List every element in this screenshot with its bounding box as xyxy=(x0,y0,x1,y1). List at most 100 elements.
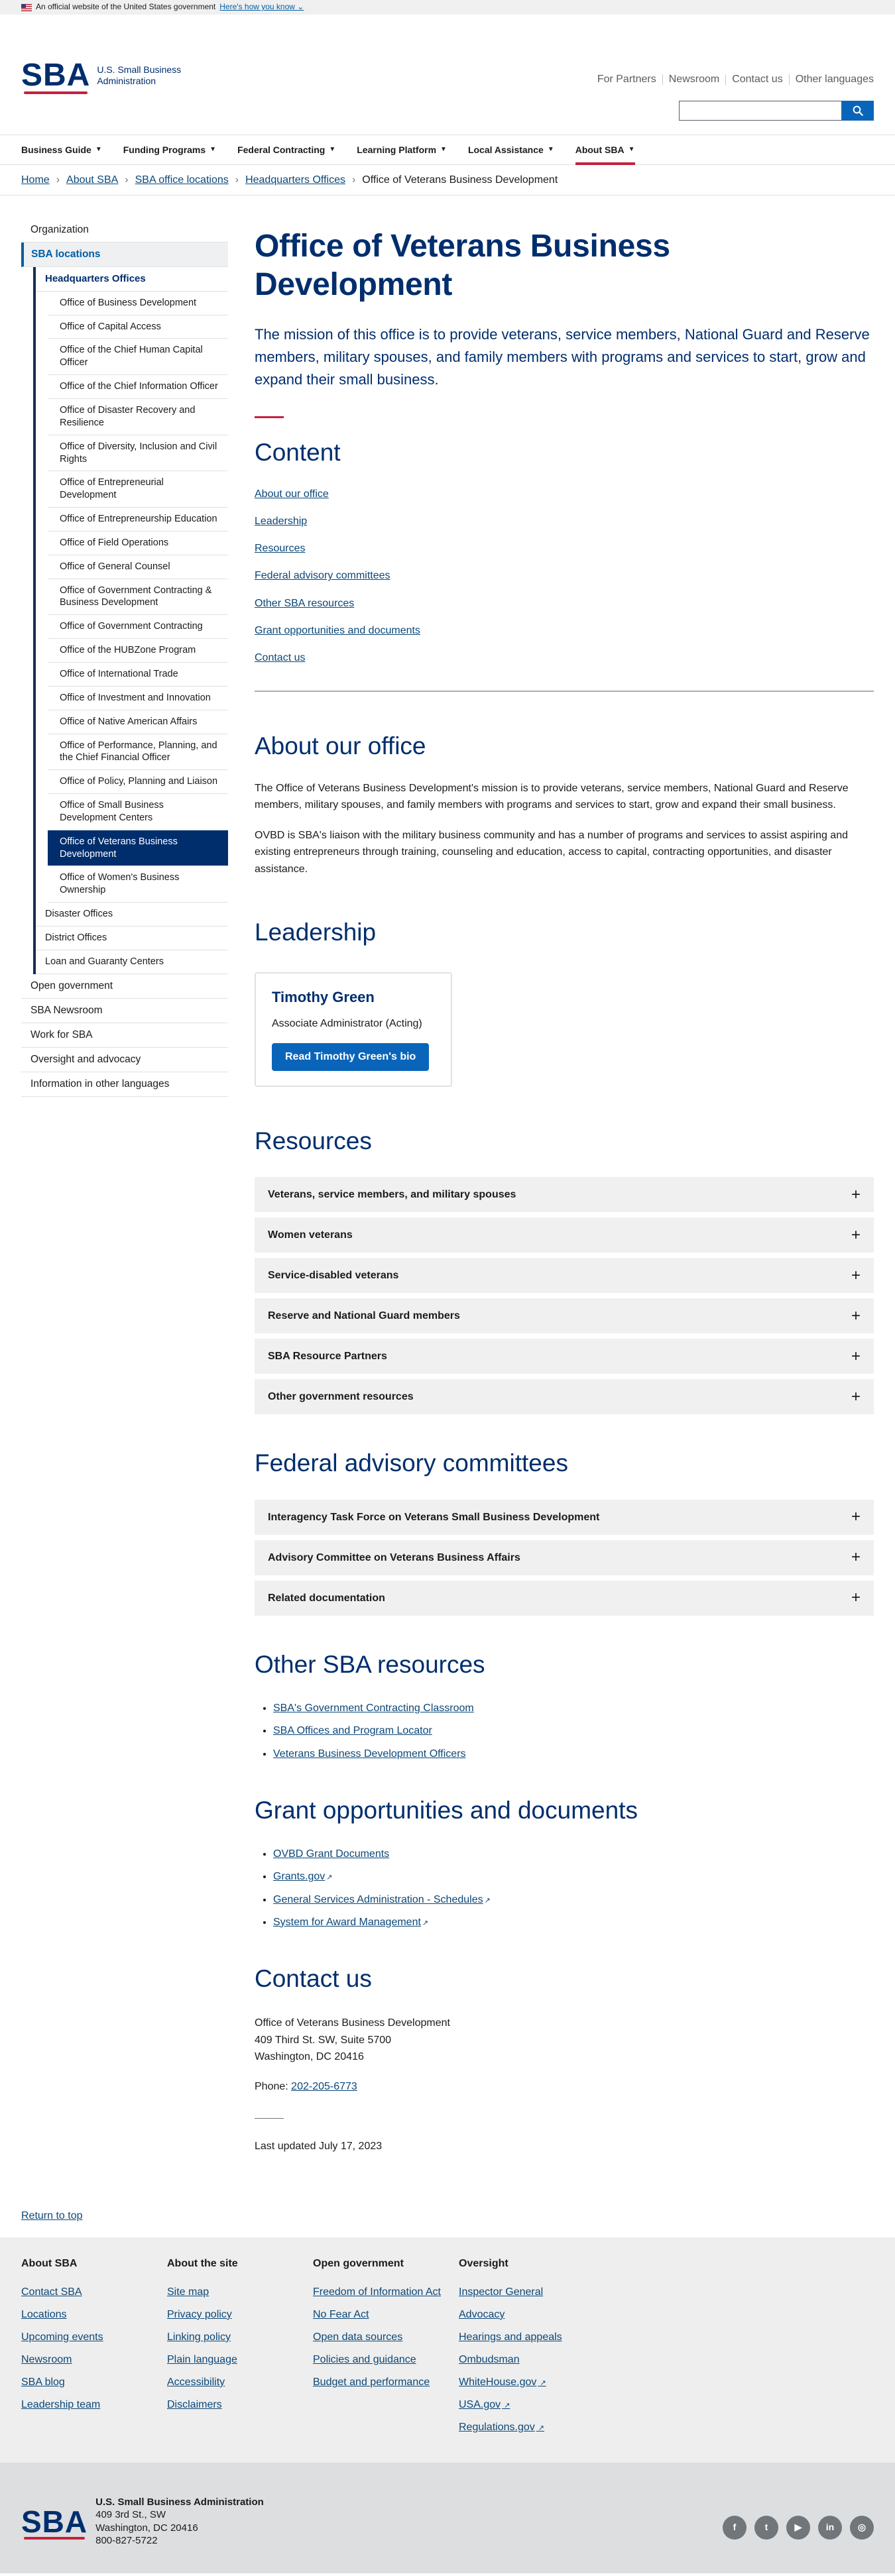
sidenav-item[interactable]: Office of the Chief Information Officer xyxy=(48,375,228,399)
footer-link[interactable]: Privacy policy xyxy=(167,2308,313,2322)
accordion-item[interactable]: Related documentation + xyxy=(255,1580,874,1616)
youtube-icon[interactable]: ▶ xyxy=(786,2515,810,2540)
footer-link[interactable]: Hearings and appeals xyxy=(459,2331,605,2344)
footer-link[interactable]: Leadership team xyxy=(21,2398,167,2412)
linkedin-icon[interactable]: in xyxy=(818,2515,842,2540)
sidenav-item[interactable]: Office of Diversity, Inclusion and Civil… xyxy=(48,435,228,472)
breadcrumb-hq-offices[interactable]: Headquarters Offices xyxy=(245,172,345,188)
accordion-item[interactable]: Other government resources + xyxy=(255,1379,874,1415)
toc-link-leadership[interactable]: Leadership xyxy=(255,516,307,527)
sidenav-item[interactable]: Loan and Guaranty Centers xyxy=(36,950,228,974)
footer-link[interactable]: No Fear Act xyxy=(313,2308,459,2322)
footer-link[interactable]: SBA blog xyxy=(21,2376,167,2389)
search-button[interactable] xyxy=(842,101,874,121)
accordion-item[interactable]: Advisory Committee on Veterans Business … xyxy=(255,1540,874,1575)
sidenav-item[interactable]: Office of Small Business Development Cen… xyxy=(48,794,228,830)
toc-link-grant-opportunities-and-documents[interactable]: Grant opportunities and documents xyxy=(255,625,420,636)
sidenav-item[interactable]: Office of Capital Access xyxy=(48,315,228,339)
footer-link[interactable]: Inspector General xyxy=(459,2286,605,2299)
footer-link[interactable]: Upcoming events xyxy=(21,2331,167,2344)
sidenav-item[interactable]: Office of Native American Affairs xyxy=(48,710,228,734)
accordion-item[interactable]: SBA Resource Partners + xyxy=(255,1339,874,1374)
toc-link-contact-us[interactable]: Contact us xyxy=(255,652,305,663)
sidenav-headquarters-offices[interactable]: Headquarters Offices xyxy=(36,267,228,292)
footer-link[interactable]: Locations xyxy=(21,2308,167,2322)
footer-link[interactable]: Disclaimers xyxy=(167,2398,313,2412)
link-grants-gov[interactable]: Grants.gov xyxy=(273,1871,325,1882)
sidenav-item[interactable]: Work for SBA xyxy=(21,1023,228,1048)
footer-link[interactable]: WhiteHouse.gov ↗ xyxy=(459,2376,605,2389)
footer-link[interactable]: Ombudsman xyxy=(459,2353,605,2367)
sidenav-item[interactable]: Disaster Offices xyxy=(36,903,228,926)
sidenav-item[interactable]: Office of Investment and Innovation xyxy=(48,687,228,710)
link-sba-s-government-contracting-classroom[interactable]: SBA's Government Contracting Classroom xyxy=(273,1703,474,1714)
sidenav-item[interactable]: Office of the HUBZone Program xyxy=(48,639,228,663)
toc-link-federal-advisory-committees[interactable]: Federal advisory committees xyxy=(255,570,390,581)
accordion-item[interactable]: Women veterans + xyxy=(255,1217,874,1253)
heres-how-you-know-link[interactable]: Here's how you know ⌄ xyxy=(219,1,304,13)
nav-business-guide[interactable]: Business Guide ▼ xyxy=(21,135,102,164)
link-system-for-award-management[interactable]: System for Award Management xyxy=(273,1917,421,1928)
nav-funding-programs[interactable]: Funding Programs ▼ xyxy=(123,135,216,164)
accordion-item[interactable]: Reserve and National Guard members + xyxy=(255,1298,874,1334)
nav-about-sba[interactable]: About SBA ▼ xyxy=(575,135,635,165)
sidenav-item[interactable]: Office of Government Contracting & Busin… xyxy=(48,579,228,616)
footer-link[interactable]: Open data sources xyxy=(313,2331,459,2344)
nav-local-assistance[interactable]: Local Assistance ▼ xyxy=(468,135,554,164)
accordion-item[interactable]: Veterans, service members, and military … xyxy=(255,1177,874,1213)
facebook-icon[interactable]: f xyxy=(723,2515,746,2540)
footer-link[interactable]: Regulations.gov ↗ xyxy=(459,2421,605,2434)
sidenav-item[interactable]: Office of Women's Business Ownership xyxy=(48,866,228,903)
return-to-top-link[interactable]: Return to top xyxy=(21,2210,83,2221)
accordion-item[interactable]: Interagency Task Force on Veterans Small… xyxy=(255,1499,874,1535)
sidenav-item[interactable]: Office of Entrepreneurial Development xyxy=(48,471,228,508)
sidenav-item[interactable]: Office of the Chief Human Capital Office… xyxy=(48,339,228,376)
util-link-contact-us[interactable]: Contact us xyxy=(725,74,788,85)
sidenav-item[interactable]: District Offices xyxy=(36,926,228,950)
nav-federal-contracting[interactable]: Federal Contracting ▼ xyxy=(237,135,335,164)
footer-link[interactable]: Freedom of Information Act xyxy=(313,2286,459,2299)
breadcrumb-home[interactable]: Home xyxy=(21,172,50,188)
sidenav-item[interactable]: Information in other languages xyxy=(21,1072,228,1097)
read-bio-button[interactable]: Read Timothy Green's bio xyxy=(272,1043,430,1071)
sidenav-item[interactable]: Office of Performance, Planning, and the… xyxy=(48,734,228,771)
footer-link[interactable]: USA.gov ↗ xyxy=(459,2398,605,2412)
search-input[interactable] xyxy=(679,101,842,121)
footer-link[interactable]: Accessibility xyxy=(167,2376,313,2389)
sidenav-item[interactable]: Office of General Counsel xyxy=(48,555,228,579)
breadcrumb-office-locations[interactable]: SBA office locations xyxy=(135,172,229,188)
footer-link[interactable]: Linking policy xyxy=(167,2331,313,2344)
footer-link[interactable]: Policies and guidance xyxy=(313,2353,459,2367)
sidenav-item[interactable]: Office of Field Operations xyxy=(48,532,228,555)
toc-link-resources[interactable]: Resources xyxy=(255,543,305,554)
accordion-item[interactable]: Service-disabled veterans + xyxy=(255,1258,874,1294)
footer-link[interactable]: Newsroom xyxy=(21,2353,167,2367)
sidenav-item[interactable]: Office of International Trade xyxy=(48,663,228,687)
footer-link[interactable]: Site map xyxy=(167,2286,313,2299)
nav-learning-platform[interactable]: Learning Platform ▼ xyxy=(357,135,447,164)
util-link-for-partners[interactable]: For Partners xyxy=(591,74,662,85)
util-link-newsroom[interactable]: Newsroom xyxy=(662,74,725,85)
sidenav-item[interactable]: Office of Government Contracting xyxy=(48,615,228,640)
footer-link[interactable]: Advocacy xyxy=(459,2308,605,2322)
sidenav-item[interactable]: Open government xyxy=(21,974,228,999)
toc-link-about-our-office[interactable]: About our office xyxy=(255,488,329,500)
instagram-icon[interactable]: ◎ xyxy=(850,2515,874,2540)
sidenav-item[interactable]: SBA Newsroom xyxy=(21,999,228,1023)
sidenav-item[interactable]: Office of Disaster Recovery and Resilien… xyxy=(48,399,228,435)
sidenav-item[interactable]: Office of Entrepreneurship Education xyxy=(48,508,228,532)
footer-link[interactable]: Budget and performance xyxy=(313,2376,459,2389)
breadcrumb-about-sba[interactable]: About SBA xyxy=(66,172,118,188)
link-general-services-administration-schedules[interactable]: General Services Administration - Schedu… xyxy=(273,1894,483,1905)
link-sba-offices-and-program-locator[interactable]: SBA Offices and Program Locator xyxy=(273,1725,432,1736)
sidenav-item[interactable]: Oversight and advocacy xyxy=(21,1048,228,1073)
sba-logo[interactable]: SBA U.S. Small Business Administration xyxy=(21,60,181,94)
footer-link[interactable]: Contact SBA xyxy=(21,2286,167,2299)
phone-link[interactable]: 202-205-6773 xyxy=(291,2081,357,2092)
sidenav-item[interactable]: Office of Policy, Planning and Liaison xyxy=(48,770,228,795)
sidenav-sba-locations[interactable]: SBA locations xyxy=(21,243,228,268)
util-link-other-languages[interactable]: Other languages xyxy=(788,74,874,85)
toc-link-other-sba-resources[interactable]: Other SBA resources xyxy=(255,598,354,609)
sidenav-item[interactable]: Office of Veterans Business Development xyxy=(48,830,228,867)
sidenav-organization[interactable]: Organization xyxy=(21,218,228,243)
